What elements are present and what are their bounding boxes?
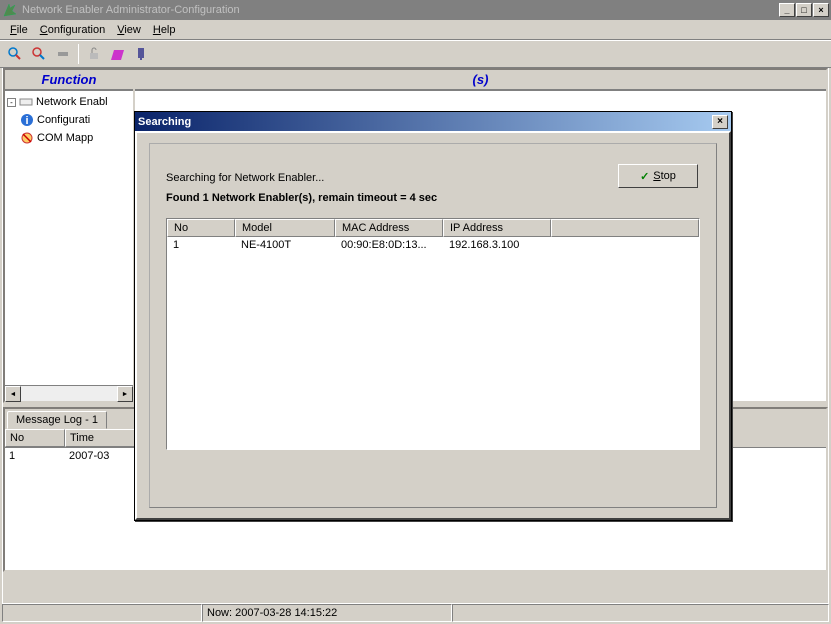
- col-model[interactable]: Model: [235, 219, 335, 237]
- searching-dialog: Searching × Searching for Network Enable…: [134, 111, 732, 521]
- menu-configuration[interactable]: Configuration: [34, 22, 111, 38]
- left-pane-hscroll[interactable]: ◄ ►: [5, 385, 133, 401]
- dialog-close-button[interactable]: ×: [712, 115, 728, 129]
- window-title: Network Enabler Administrator-Configurat…: [22, 4, 779, 16]
- col-mac[interactable]: MAC Address: [335, 219, 443, 237]
- status-panel-3: [452, 604, 829, 622]
- tree-item-label: COM Mapp: [37, 132, 93, 144]
- log-cell-no: 1: [5, 448, 65, 464]
- unlock-tool-icon[interactable]: [83, 43, 105, 65]
- col-no[interactable]: No: [167, 219, 235, 237]
- window-buttons: _ □ ×: [779, 3, 829, 17]
- dialog-title: Searching: [138, 116, 712, 128]
- cell-mac: 00:90:E8:0D:13...: [335, 237, 443, 253]
- left-pane: Function - Network Enabl i Configurati C…: [5, 70, 135, 401]
- tree-collapse-icon[interactable]: -: [7, 98, 16, 107]
- svg-text:i: i: [25, 115, 28, 127]
- cell-spacer: [551, 237, 699, 253]
- dialog-body: Searching for Network Enabler... Found 1…: [149, 143, 717, 508]
- menu-help[interactable]: Help: [147, 22, 182, 38]
- network-icon: [18, 94, 34, 110]
- log-tab[interactable]: Message Log - 1: [7, 411, 107, 429]
- toolbar-separator: [78, 44, 79, 64]
- status-panel-now: Now: 2007-03-28 14:15:22: [202, 604, 452, 622]
- scroll-left-icon[interactable]: ◄: [5, 386, 21, 402]
- stop-button-label: Stop: [653, 170, 676, 182]
- menu-view[interactable]: View: [111, 22, 147, 38]
- tree-item-label: Configurati: [37, 114, 90, 126]
- configure-tool-icon[interactable]: [107, 43, 129, 65]
- stop-button[interactable]: ✓ Stop: [618, 164, 698, 188]
- com-port-icon: [19, 130, 35, 146]
- tree-item-com-mapping[interactable]: COM Mapp: [7, 129, 131, 147]
- dialog-inner: Searching for Network Enabler... Found 1…: [135, 131, 731, 520]
- tree-root-label: Network Enabl: [36, 96, 108, 108]
- search-found-text: Found 1 Network Enabler(s), remain timeo…: [166, 192, 700, 204]
- results-row[interactable]: 1 NE-4100T 00:90:E8:0D:13... 192.168.3.1…: [167, 237, 699, 253]
- status-panel-1: [2, 604, 202, 622]
- menubar: File Configuration View Help: [0, 20, 831, 40]
- web-tool-icon[interactable]: [131, 43, 153, 65]
- tree-root[interactable]: - Network Enabl: [7, 93, 131, 111]
- info-icon: i: [19, 112, 35, 128]
- search-ip-tool-icon[interactable]: [28, 43, 50, 65]
- left-pane-header: Function: [5, 70, 133, 91]
- checkmark-icon: ✓: [640, 170, 649, 183]
- cell-model: NE-4100T: [235, 237, 335, 253]
- dialog-titlebar[interactable]: Searching ×: [135, 112, 731, 131]
- statusbar: Now: 2007-03-28 14:15:22: [2, 604, 829, 622]
- tree-item-configuration[interactable]: i Configurati: [7, 111, 131, 129]
- close-button[interactable]: ×: [813, 3, 829, 17]
- right-pane-header: (s): [135, 70, 826, 91]
- log-cell-time: 2007-03: [65, 448, 135, 464]
- log-col-no[interactable]: No: [5, 429, 65, 447]
- minimize-button[interactable]: _: [779, 3, 795, 17]
- col-spacer: [551, 219, 699, 237]
- app-icon: [2, 2, 18, 18]
- results-table: No Model MAC Address IP Address 1 NE-410…: [166, 218, 700, 450]
- scroll-track[interactable]: [21, 386, 117, 401]
- maximize-button[interactable]: □: [796, 3, 812, 17]
- log-col-time[interactable]: Time: [65, 429, 135, 447]
- main-titlebar: Network Enabler Administrator-Configurat…: [0, 0, 831, 20]
- toolbar: [0, 40, 831, 68]
- scroll-right-icon[interactable]: ►: [117, 386, 133, 402]
- results-header: No Model MAC Address IP Address: [167, 219, 699, 237]
- search-tool-icon[interactable]: [4, 43, 26, 65]
- menu-file[interactable]: File: [4, 22, 34, 38]
- cell-ip: 192.168.3.100: [443, 237, 551, 253]
- locate-tool-icon[interactable]: [52, 43, 74, 65]
- col-ip[interactable]: IP Address: [443, 219, 551, 237]
- tree-view[interactable]: - Network Enabl i Configurati COM Mapp: [5, 91, 133, 385]
- cell-no: 1: [167, 237, 235, 253]
